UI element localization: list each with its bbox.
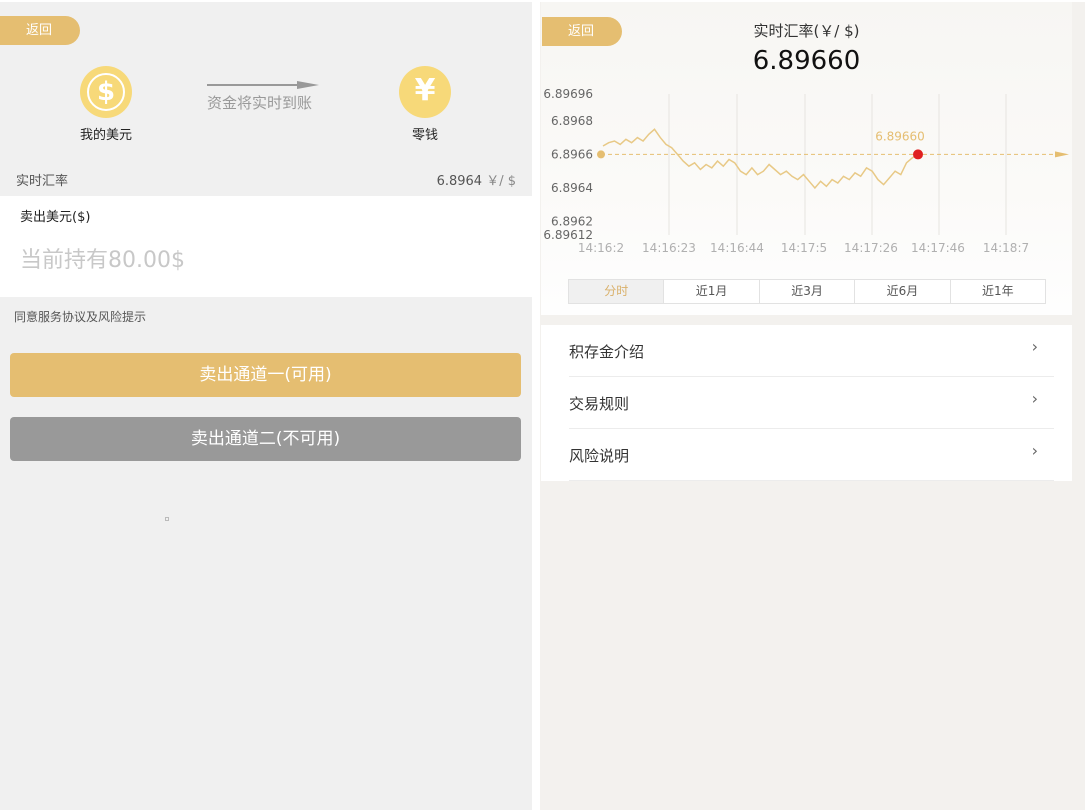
chevron-right-icon: › bbox=[1031, 337, 1038, 356]
dollar-coin-icon: $ bbox=[80, 66, 132, 118]
sell-amount-label: 卖出美元($) bbox=[20, 210, 91, 225]
rate-label: 实时汇率 bbox=[16, 174, 69, 189]
rate-series-line bbox=[602, 128, 919, 190]
agreement-link[interactable]: 同意服务协议及风险提示 bbox=[14, 308, 146, 325]
x-tick-label: 14:17:5 bbox=[781, 241, 827, 255]
menu-item[interactable]: 积存金介绍 › bbox=[569, 325, 1054, 377]
x-tick-label: 14:17:46 bbox=[911, 241, 965, 255]
current-price: 6.89660 bbox=[752, 46, 861, 76]
rate-detail-panel: 返回 实时汇率(￥/ $) 6.89660 14:16:2 14:16:23 14:… bbox=[540, 2, 1085, 810]
period-tabs: 分时 近1月 近3月 近6月 近1年 bbox=[568, 279, 1046, 304]
menu-item-label: 风险说明 bbox=[569, 447, 630, 465]
rate-value: 6.8964 bbox=[436, 174, 483, 189]
x-tick-label: 14:18:7 bbox=[983, 241, 1029, 255]
chevron-right-icon: › bbox=[1031, 389, 1038, 408]
rate-title: 实时汇率(￥/ $) bbox=[753, 22, 860, 40]
menu-item[interactable]: 交易规则 › bbox=[569, 377, 1054, 429]
menu-item-label: 积存金介绍 bbox=[569, 343, 645, 361]
y-tick-label: 6.8964 bbox=[551, 181, 593, 195]
x-tick-label: 14:17:26 bbox=[844, 241, 898, 255]
transfer-text: 资金将实时到账 bbox=[207, 94, 313, 112]
panel-divider bbox=[532, 0, 540, 810]
screen: 返回 $ 我的美元 资金将实时到账 ¥ 零钱 实时汇率 6.8964 ￥/ $ … bbox=[0, 0, 1085, 810]
y-tick-label: 6.8968 bbox=[551, 114, 593, 128]
sell-channel-2-button: 卖出通道二(不可用) bbox=[10, 417, 521, 461]
x-tick-label: 14:16:23 bbox=[642, 241, 696, 255]
exchange-rate-row: 实时汇率 6.8964 ￥/ $ bbox=[0, 164, 532, 196]
reference-start-dot bbox=[597, 150, 605, 159]
menu-item[interactable]: 风险说明 › bbox=[569, 429, 1054, 481]
tab-period[interactable]: 近1年 bbox=[951, 280, 1045, 303]
yuan-coin-icon: ¥ bbox=[399, 66, 451, 118]
arrow-right-icon bbox=[207, 84, 299, 86]
menu-item-label: 交易规则 bbox=[569, 395, 630, 413]
chevron-right-icon: › bbox=[1031, 441, 1038, 460]
chart-panel: 返回 实时汇率(￥/ $) 6.89660 14:16:2 14:16:23 14:… bbox=[541, 2, 1072, 315]
reference-end-arrow bbox=[1055, 151, 1069, 158]
back-button[interactable]: 返回 bbox=[0, 16, 80, 45]
x-tick-label: 14:16:44 bbox=[710, 241, 764, 255]
rate-line-chart: 14:16:2 14:16:23 14:16:44 14:17:5 14:17:26 14… bbox=[543, 87, 1069, 255]
sell-amount-box: 卖出美元($) bbox=[0, 196, 532, 297]
change-label: 零钱 bbox=[411, 128, 438, 143]
loading-indicator bbox=[165, 517, 169, 521]
tab-period[interactable]: 近1月 bbox=[664, 280, 760, 303]
tab-period[interactable]: 近3月 bbox=[760, 280, 856, 303]
rate-unit: ￥/ $ bbox=[486, 174, 516, 189]
tab-period[interactable]: 近6月 bbox=[855, 280, 951, 303]
y-tick-label: 6.89696 bbox=[543, 87, 593, 101]
rate-value-group: 6.8964 ￥/ $ bbox=[437, 170, 516, 189]
sell-channel-1-button[interactable]: 卖出通道一(可用) bbox=[10, 353, 521, 397]
current-value-label: 6.89660 bbox=[875, 129, 925, 143]
y-tick-label: 6.8962 bbox=[551, 215, 593, 229]
current-point-marker bbox=[913, 149, 923, 160]
sell-usd-panel: 返回 $ 我的美元 资金将实时到账 ¥ 零钱 实时汇率 6.8964 ￥/ $ … bbox=[0, 2, 532, 810]
x-tick-label: 14:16:2 bbox=[578, 241, 624, 255]
y-tick-label: 6.8966 bbox=[551, 147, 593, 161]
tab-period[interactable]: 分时 bbox=[569, 280, 665, 303]
sell-amount-input[interactable] bbox=[20, 240, 510, 280]
my-usd-label: 我的美元 bbox=[79, 128, 132, 143]
info-menu: 积存金介绍 › 交易规则 › 风险说明 › bbox=[541, 325, 1072, 481]
transfer-arrow: 资金将实时到账 bbox=[205, 80, 321, 114]
y-tick-label: 6.89612 bbox=[543, 228, 593, 242]
